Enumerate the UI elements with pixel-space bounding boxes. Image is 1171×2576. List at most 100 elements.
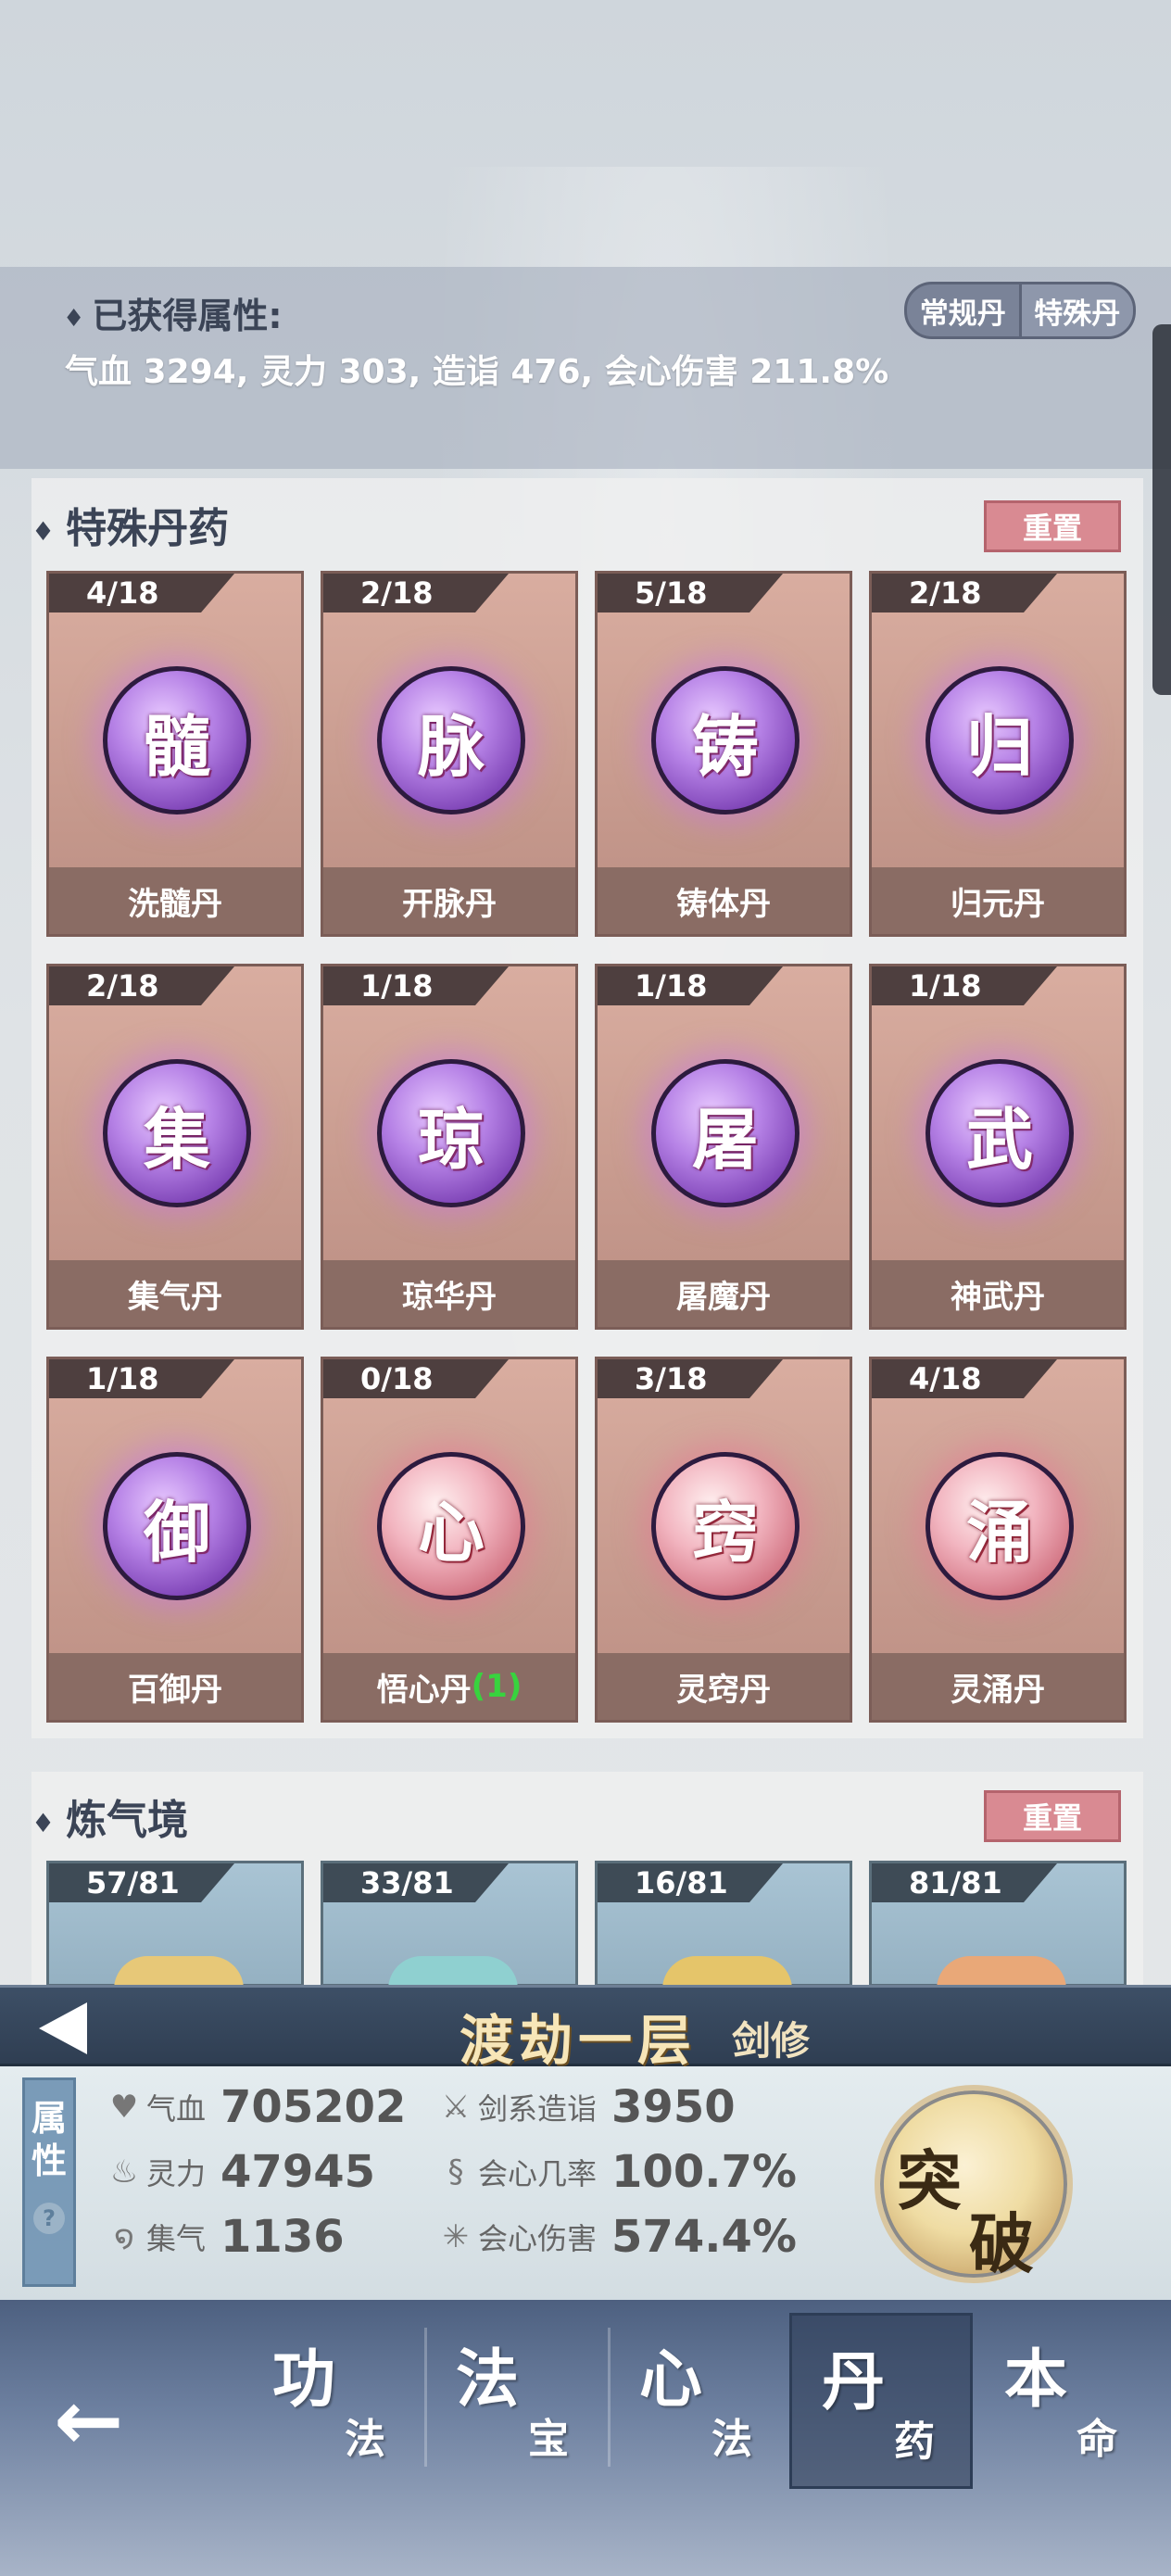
- pill-name-bar: 归元丹: [872, 867, 1124, 934]
- pill-glyph: 髓: [143, 706, 210, 786]
- qi-pill-card[interactable]: 33/81: [321, 1861, 578, 1989]
- qi-pill-count: 81/81: [909, 1865, 1002, 1900]
- nav-tab-fabao[interactable]: 法 宝: [426, 2313, 610, 2489]
- nav-tab-danyao-big: 丹: [822, 2345, 886, 2419]
- realm-banner: 渡劫一层 剑修: [0, 1985, 1171, 2072]
- qi-pill-card[interactable]: 81/81: [869, 1861, 1127, 1989]
- pill-card[interactable]: 1/18 御百御丹: [46, 1357, 304, 1723]
- pill-name-bar: 悟心丹 (1): [323, 1653, 575, 1720]
- pill-card[interactable]: 2/18 归归元丹: [869, 571, 1127, 937]
- pill-glyph: 御: [143, 1492, 210, 1572]
- swirl-icon: ໑: [114, 2218, 134, 2255]
- qi-pill-count: 33/81: [360, 1865, 454, 1900]
- nav-tab-gongfa[interactable]: 功 法: [243, 2313, 426, 2489]
- pill-available-count: (1): [471, 1668, 523, 1705]
- stat-qixue: ♥ 气血 705202: [102, 2081, 407, 2133]
- pill-card[interactable]: 5/18 铸铸体丹: [595, 571, 852, 937]
- diamond-icon: ♦: [63, 304, 85, 333]
- nav-tab-xinfa-small: 法: [711, 2416, 752, 2463]
- pill-name-bar: 洗髓丹: [49, 867, 301, 934]
- pill-card[interactable]: 4/18 涌灵涌丹: [869, 1357, 1127, 1723]
- nav-tab-danyao-small: 药: [894, 2418, 935, 2466]
- pill-name-bar: 琼华丹: [323, 1260, 575, 1327]
- obtained-attributes-value: 气血 3294, 灵力 303, 造诣 476, 会心伤害 211.8%: [65, 353, 889, 391]
- flame-icon: ♨: [109, 2153, 139, 2191]
- pill-count: 2/18: [909, 575, 982, 611]
- pill-count: 5/18: [635, 575, 708, 611]
- pill-orb-icon: 集: [103, 1059, 251, 1207]
- pill-glyph: 归: [965, 706, 1033, 786]
- pill-count: 4/18: [909, 1361, 982, 1396]
- pill-name: 开脉丹: [402, 885, 497, 923]
- attributes-tab[interactable]: 属 性 ?: [22, 2077, 76, 2287]
- scrollbar[interactable]: [1152, 324, 1171, 695]
- breakthrough-button[interactable]: 突 破: [875, 2085, 1073, 2283]
- pill-glyph: 屠: [691, 1099, 759, 1179]
- pill-orb-icon: 归: [925, 666, 1074, 814]
- sword-icon: ⚔: [441, 2089, 471, 2126]
- stat-jiqi-value: 1136: [220, 2211, 345, 2263]
- bottom-navigation: ← 功 法 法 宝 心 法 丹 药 本 命: [0, 2300, 1171, 2576]
- pill-card[interactable]: 1/18 屠屠魔丹: [595, 964, 852, 1330]
- tab-regular-pills[interactable]: 常规丹: [907, 284, 1019, 336]
- reset-qi-button[interactable]: 重置: [984, 1790, 1121, 1842]
- pill-count: 1/18: [909, 968, 982, 1004]
- pill-card[interactable]: 1/18 琼琼华丹: [321, 964, 578, 1330]
- pill-orb-icon: 琼: [377, 1059, 525, 1207]
- tab-special-pills[interactable]: 特殊丹: [1018, 284, 1133, 336]
- qi-pill-card[interactable]: 16/81: [595, 1861, 852, 1989]
- pill-orb-icon: 心: [377, 1452, 525, 1600]
- nav-tab-xinfa[interactable]: 心 法: [610, 2313, 793, 2489]
- pill-orb-icon: 铸: [651, 666, 800, 814]
- attributes-tab-char-2: 性: [31, 2140, 67, 2181]
- nav-tab-benming[interactable]: 本 命: [975, 2313, 1160, 2489]
- pill-card[interactable]: 4/18 髓洗髓丹: [46, 571, 304, 937]
- crit-rate-icon: §: [447, 2153, 464, 2191]
- stat-lingli: ♨ 灵力 47945: [102, 2146, 375, 2198]
- pill-name: 灵窍丹: [676, 1671, 771, 1709]
- qi-pill-count: 16/81: [635, 1865, 728, 1900]
- pill-name: 屠魔丹: [676, 1278, 771, 1316]
- pill-card[interactable]: 1/18 武神武丹: [869, 964, 1127, 1330]
- collapse-arrow-icon[interactable]: [39, 2002, 87, 2054]
- pill-name: 灵涌丹: [951, 1671, 1045, 1709]
- pill-card[interactable]: 2/18 脉开脉丹: [321, 571, 578, 937]
- nav-tab-benming-small: 命: [1077, 2416, 1117, 2463]
- pill-name: 百御丹: [128, 1671, 222, 1709]
- pill-orb-icon: 涌: [925, 1452, 1074, 1600]
- pill-glyph: 心: [417, 1492, 485, 1572]
- stat-crit-dmg-value: 574.4%: [611, 2211, 797, 2263]
- stat-crit-rate-value: 100.7%: [611, 2146, 797, 2198]
- pill-name-bar: 灵涌丹: [872, 1653, 1124, 1720]
- help-icon[interactable]: ?: [33, 2203, 65, 2234]
- obtained-attributes-label: 已获得属性:: [92, 296, 283, 336]
- stat-lingli-value: 47945: [220, 2146, 376, 2198]
- pill-name-bar: 神武丹: [872, 1260, 1124, 1327]
- pill-card[interactable]: 3/18 窍灵窍丹: [595, 1357, 852, 1723]
- pill-count: 2/18: [86, 968, 159, 1004]
- pill-name: 悟心丹: [376, 1671, 472, 1709]
- heart-icon: ♥: [109, 2089, 139, 2126]
- qi-pill-card[interactable]: 57/81: [46, 1861, 304, 1989]
- nav-tab-danyao[interactable]: 丹 药: [789, 2313, 973, 2489]
- stat-qixue-label: 气血: [146, 2091, 207, 2127]
- stat-qixue-value: 705202: [220, 2081, 407, 2133]
- attributes-tab-char-1: 属: [31, 2098, 67, 2139]
- stat-zaoyi-label: 剑系造诣: [478, 2091, 598, 2127]
- burst-icon: ✳: [442, 2218, 470, 2255]
- pill-count: 4/18: [86, 575, 159, 611]
- nav-tab-gongfa-big: 功: [272, 2342, 336, 2417]
- character-stats-panel: 属 性 ? ♥ 气血 705202 ♨ 灵力 47945 ໑ 集气 1136 ⚔…: [0, 2066, 1171, 2300]
- pill-card[interactable]: 2/18 集集气丹: [46, 964, 304, 1330]
- pill-count: 3/18: [635, 1361, 708, 1396]
- pill-count: 1/18: [360, 968, 434, 1004]
- pill-glyph: 涌: [965, 1492, 1033, 1572]
- pill-type-toggle[interactable]: 常规丹 特殊丹: [904, 282, 1136, 339]
- pill-glyph: 武: [965, 1099, 1033, 1179]
- obtained-attributes-panel: ♦ 已获得属性: 气血 3294, 灵力 303, 造诣 476, 会心伤害 21…: [0, 267, 1171, 469]
- pill-card[interactable]: 0/18 心悟心丹 (1): [321, 1357, 578, 1723]
- pill-name: 归元丹: [951, 885, 1045, 923]
- pill-glyph: 脉: [417, 706, 485, 786]
- back-arrow-icon[interactable]: ←: [54, 2380, 123, 2463]
- reset-special-button[interactable]: 重置: [984, 500, 1121, 552]
